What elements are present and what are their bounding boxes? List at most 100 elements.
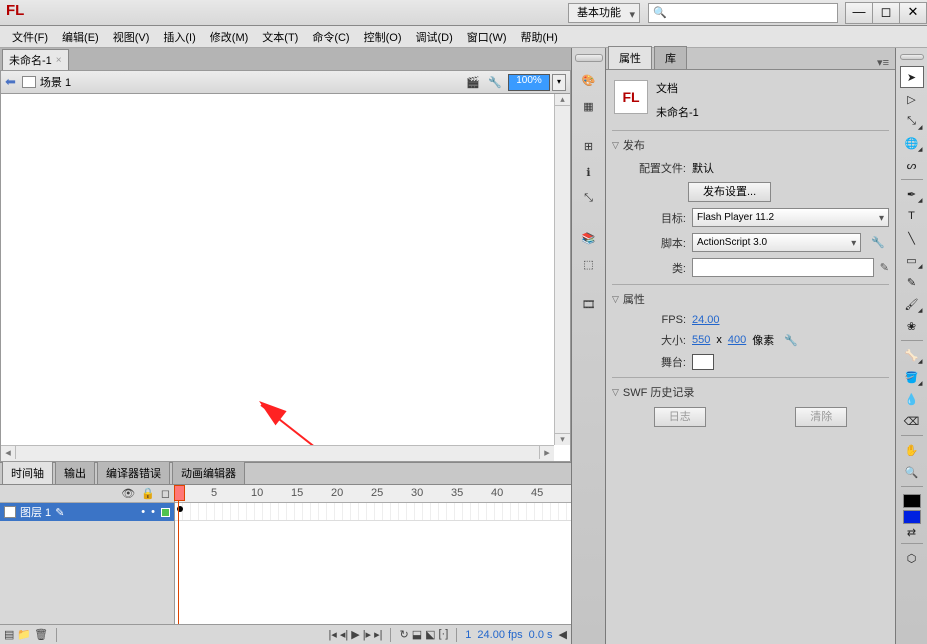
eraser-tool[interactable]: ⌫ — [900, 410, 924, 432]
layer-outline-swatch[interactable] — [161, 508, 170, 517]
motion-presets-icon[interactable]: 🎞 — [576, 292, 602, 316]
current-frame[interactable]: 1 — [465, 629, 471, 641]
playhead[interactable] — [178, 485, 179, 624]
swatches-panel-icon[interactable]: ▦ — [576, 94, 602, 118]
edit-scene-icon[interactable]: 🎬 — [464, 74, 482, 90]
tab-timeline[interactable]: 时间轴 — [2, 461, 53, 484]
zoom-input[interactable]: 100% — [508, 74, 550, 91]
menu-window[interactable]: 窗口(W) — [461, 27, 513, 47]
swf-section-header[interactable]: ▽SWF 历史记录 — [612, 382, 889, 404]
fill-color-swatch[interactable] — [903, 510, 921, 524]
new-folder-icon[interactable]: 📁 — [17, 628, 31, 641]
menu-commands[interactable]: 命令(C) — [306, 27, 355, 47]
eyedropper-tool[interactable]: 💧 — [900, 388, 924, 410]
layer-lock-dot[interactable]: • — [151, 506, 155, 518]
bone-tool[interactable]: 🦴◢ — [900, 344, 924, 366]
tab-output[interactable]: 输出 — [55, 461, 95, 484]
edit-class-icon[interactable]: ✎ — [880, 261, 889, 274]
props-section-header[interactable]: ▽属性 — [612, 289, 889, 311]
transform-panel-icon[interactable]: ⤡ — [576, 186, 602, 210]
step-back-icon[interactable]: ◂| — [340, 628, 348, 641]
lasso-tool[interactable]: ᔕ — [900, 154, 924, 176]
pen-tool[interactable]: ✒◢ — [900, 183, 924, 205]
back-arrow-icon[interactable]: ⬅ — [5, 74, 16, 90]
step-fwd-icon[interactable]: |▸ — [363, 628, 371, 641]
frame-row[interactable] — [175, 503, 571, 521]
components-panel-icon[interactable]: ⬚ — [576, 252, 602, 276]
document-tab[interactable]: 未命名-1 × — [2, 49, 69, 70]
hand-tool[interactable]: ✋ — [900, 439, 924, 461]
edit-multiple-icon[interactable]: [·] — [439, 628, 449, 641]
tab-library[interactable]: 库 — [654, 46, 687, 69]
text-tool[interactable]: T — [900, 205, 924, 227]
edit-symbol-icon[interactable]: 🔧 — [486, 74, 504, 90]
close-button[interactable]: ✕ — [899, 2, 927, 24]
tab-properties[interactable]: 属性 — [608, 46, 652, 69]
maximize-button[interactable]: ◻ — [872, 2, 900, 24]
close-tab-icon[interactable]: × — [56, 55, 62, 66]
brush-tool[interactable]: 🖌◢ — [900, 293, 924, 315]
script-dropdown[interactable]: ActionScript 3.0 — [692, 233, 861, 252]
goto-first-icon[interactable]: |◂ — [328, 628, 336, 641]
swap-colors-icon[interactable]: ⇄ — [900, 524, 924, 540]
stage-vscrollbar[interactable] — [554, 94, 570, 445]
free-transform-tool[interactable]: ⤡◢ — [900, 110, 924, 132]
paint-bucket-tool[interactable]: 🪣◢ — [900, 366, 924, 388]
menu-control[interactable]: 控制(O) — [358, 27, 408, 47]
scroll-left-icon[interactable]: ◀ — [559, 628, 567, 641]
frames-area[interactable]: 1 5 10 15 20 25 30 35 40 45 — [175, 485, 571, 624]
publish-settings-button[interactable]: 发布设置... — [688, 182, 771, 202]
stage[interactable] — [0, 94, 571, 462]
stroke-color-swatch[interactable] — [903, 494, 921, 508]
zoom-tool[interactable]: 🔍 — [900, 461, 924, 483]
delete-layer-icon[interactable]: 🗑 — [34, 628, 48, 641]
menu-debug[interactable]: 调试(D) — [410, 27, 459, 47]
outline-icon[interactable]: ◻ — [161, 487, 170, 500]
info-panel-icon[interactable]: ℹ — [576, 160, 602, 184]
zoom-dropdown[interactable]: ▾ — [552, 74, 566, 91]
minimize-button[interactable]: — — [845, 2, 873, 24]
lock-icon[interactable]: 🔒 — [141, 487, 155, 500]
color-panel-icon[interactable]: 🎨 — [576, 68, 602, 92]
log-button[interactable]: 日志 — [654, 407, 706, 427]
subselection-tool[interactable]: ▷ — [900, 88, 924, 110]
tab-motion-editor[interactable]: 动画编辑器 — [172, 461, 245, 484]
align-panel-icon[interactable]: ⊞ — [576, 134, 602, 158]
onion-skin-icon[interactable]: ⬓ — [412, 628, 422, 641]
menu-file[interactable]: 文件(F) — [6, 27, 54, 47]
stage-color-swatch[interactable] — [692, 354, 714, 370]
layer-row[interactable]: 图层 1 ✎ • • — [0, 503, 174, 521]
fps-display[interactable]: 24.00 fps — [477, 629, 522, 641]
menu-view[interactable]: 视图(V) — [107, 27, 156, 47]
stage-hscrollbar[interactable] — [1, 445, 554, 461]
3d-rotation-tool[interactable]: 🌐◢ — [900, 132, 924, 154]
script-settings-icon[interactable]: 🔧 — [867, 236, 889, 249]
clear-button[interactable]: 清除 — [795, 407, 847, 427]
target-dropdown[interactable]: Flash Player 11.2 — [692, 208, 889, 227]
new-layer-icon[interactable]: ▤ — [4, 628, 14, 641]
workspace-selector[interactable]: 基本功能 — [568, 3, 640, 23]
pencil-tool[interactable]: ✎ — [900, 271, 924, 293]
goto-last-icon[interactable]: ▸| — [374, 628, 382, 641]
rectangle-tool[interactable]: ▭◢ — [900, 249, 924, 271]
height-value[interactable]: 400 — [728, 334, 746, 346]
dock-handle[interactable] — [575, 54, 603, 62]
panel-menu-icon[interactable]: ▾≡ — [871, 56, 895, 69]
menu-help[interactable]: 帮助(H) — [515, 27, 564, 47]
onion-outline-icon[interactable]: ⬕ — [425, 628, 435, 641]
menu-insert[interactable]: 插入(I) — [157, 27, 201, 47]
menu-modify[interactable]: 修改(M) — [204, 27, 255, 47]
size-settings-icon[interactable]: 🔧 — [780, 334, 802, 347]
selection-tool[interactable]: ➤ — [900, 66, 924, 88]
width-value[interactable]: 550 — [692, 334, 710, 346]
layer-visible-dot[interactable]: • — [141, 506, 145, 518]
line-tool[interactable]: ╲ — [900, 227, 924, 249]
menu-text[interactable]: 文本(T) — [256, 27, 304, 47]
eye-icon[interactable]: 👁 — [121, 487, 135, 500]
tools-handle[interactable] — [900, 54, 924, 60]
play-icon[interactable]: ▶ — [351, 628, 359, 641]
deco-tool[interactable]: ❀ — [900, 315, 924, 337]
class-input[interactable] — [692, 258, 874, 277]
fps-value[interactable]: 24.00 — [692, 314, 720, 326]
snap-to-objects-icon[interactable]: ⬡ — [900, 547, 924, 569]
